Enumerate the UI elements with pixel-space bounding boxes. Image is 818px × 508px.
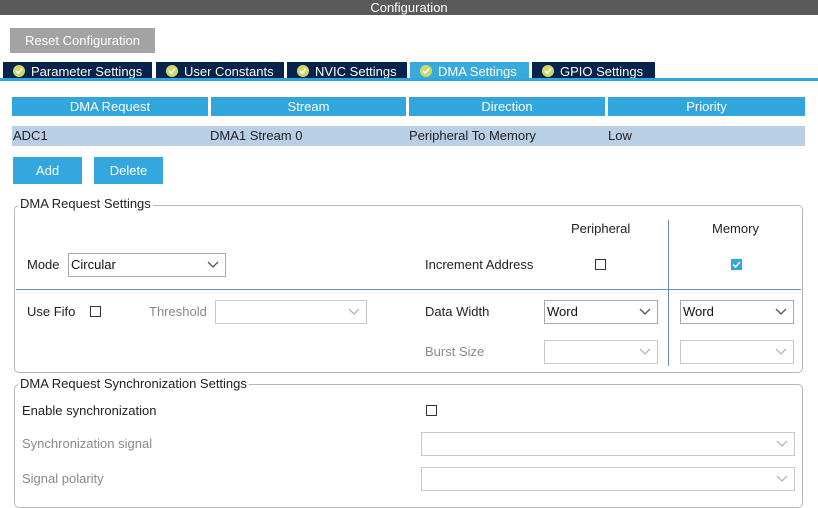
chevron-down-icon xyxy=(348,308,360,315)
add-button[interactable]: Add xyxy=(13,157,82,184)
check-circle-icon xyxy=(542,65,554,77)
tab-label: User Constants xyxy=(184,64,274,79)
dma-request-settings-title: DMA Request Settings xyxy=(18,196,153,211)
mode-label: Mode xyxy=(27,257,60,272)
tab-gpio-settings[interactable]: GPIO Settings xyxy=(532,62,655,81)
data-width-label: Data Width xyxy=(425,304,490,319)
tab-nvic-settings[interactable]: NVIC Settings xyxy=(287,62,407,81)
chevron-down-icon xyxy=(639,348,651,355)
cell-dma-request: ADC1 xyxy=(13,128,48,143)
chevron-down-icon xyxy=(775,308,787,315)
table-row[interactable]: ADC1 DMA1 Stream 0 Peripheral To Memory … xyxy=(12,126,805,146)
chevron-down-icon xyxy=(776,440,788,447)
check-circle-icon xyxy=(13,65,25,77)
section-divider xyxy=(16,289,801,290)
memory-data-width-value: Word xyxy=(683,304,714,319)
threshold-select[interactable] xyxy=(215,300,367,324)
memory-data-width-select[interactable]: Word xyxy=(680,300,794,324)
cell-stream: DMA1 Stream 0 xyxy=(210,128,303,143)
cell-priority: Low xyxy=(608,128,632,143)
column-header-priority[interactable]: Priority xyxy=(608,97,805,116)
dma-sync-settings-title: DMA Request Synchronization Settings xyxy=(18,376,249,391)
settings-tabbar: Parameter Settings User Constants NVIC S… xyxy=(0,62,818,81)
column-header-stream[interactable]: Stream xyxy=(211,97,406,116)
chevron-down-icon xyxy=(776,475,788,482)
increment-memory-checkbox[interactable] xyxy=(731,259,742,270)
check-circle-icon xyxy=(297,65,309,77)
delete-button[interactable]: Delete xyxy=(94,157,163,184)
increment-address-label: Increment Address xyxy=(425,257,534,272)
burst-size-label: Burst Size xyxy=(425,344,485,359)
memory-burst-size-select[interactable] xyxy=(680,340,794,364)
enable-synchronization-checkbox[interactable] xyxy=(426,405,437,416)
reset-configuration-button[interactable]: Reset Configuration xyxy=(10,28,155,53)
signal-polarity-select[interactable] xyxy=(421,467,795,491)
signal-polarity-label: Signal polarity xyxy=(22,471,104,486)
check-circle-icon xyxy=(166,65,178,77)
checkmark-icon xyxy=(732,261,741,269)
tab-label: NVIC Settings xyxy=(315,64,397,79)
column-divider xyxy=(668,220,669,366)
check-circle-icon xyxy=(420,65,432,77)
column-header-direction[interactable]: Direction xyxy=(409,97,605,116)
tab-label: GPIO Settings xyxy=(560,64,644,79)
increment-peripheral-checkbox[interactable] xyxy=(595,259,606,270)
synchronization-signal-select[interactable] xyxy=(421,432,795,456)
memory-header: Memory xyxy=(712,221,759,236)
chevron-down-icon xyxy=(639,308,651,315)
tab-label: Parameter Settings xyxy=(31,64,143,79)
enable-synchronization-label: Enable synchronization xyxy=(22,403,157,418)
tab-dma-settings[interactable]: DMA Settings xyxy=(410,62,529,81)
chevron-down-icon xyxy=(775,348,787,355)
chevron-down-icon xyxy=(207,261,219,268)
use-fifo-label: Use Fifo xyxy=(27,304,76,319)
use-fifo-checkbox[interactable] xyxy=(90,306,101,317)
mode-select-value: Circular xyxy=(71,257,116,272)
window-title: Configuration xyxy=(0,0,818,15)
mode-select[interactable]: Circular xyxy=(68,253,226,277)
column-header-dma-request[interactable]: DMA Request xyxy=(12,97,208,116)
threshold-label: Threshold xyxy=(149,304,207,319)
peripheral-header: Peripheral xyxy=(571,221,631,236)
synchronization-signal-label: Synchronization signal xyxy=(22,436,153,451)
peripheral-data-width-value: Word xyxy=(547,304,578,319)
peripheral-burst-size-select[interactable] xyxy=(544,340,658,364)
tab-parameter-settings[interactable]: Parameter Settings xyxy=(3,62,152,81)
peripheral-data-width-select[interactable]: Word xyxy=(544,300,658,324)
cell-direction: Peripheral To Memory xyxy=(409,128,536,143)
tab-user-constants[interactable]: User Constants xyxy=(156,62,284,81)
tab-label: DMA Settings xyxy=(438,64,517,79)
